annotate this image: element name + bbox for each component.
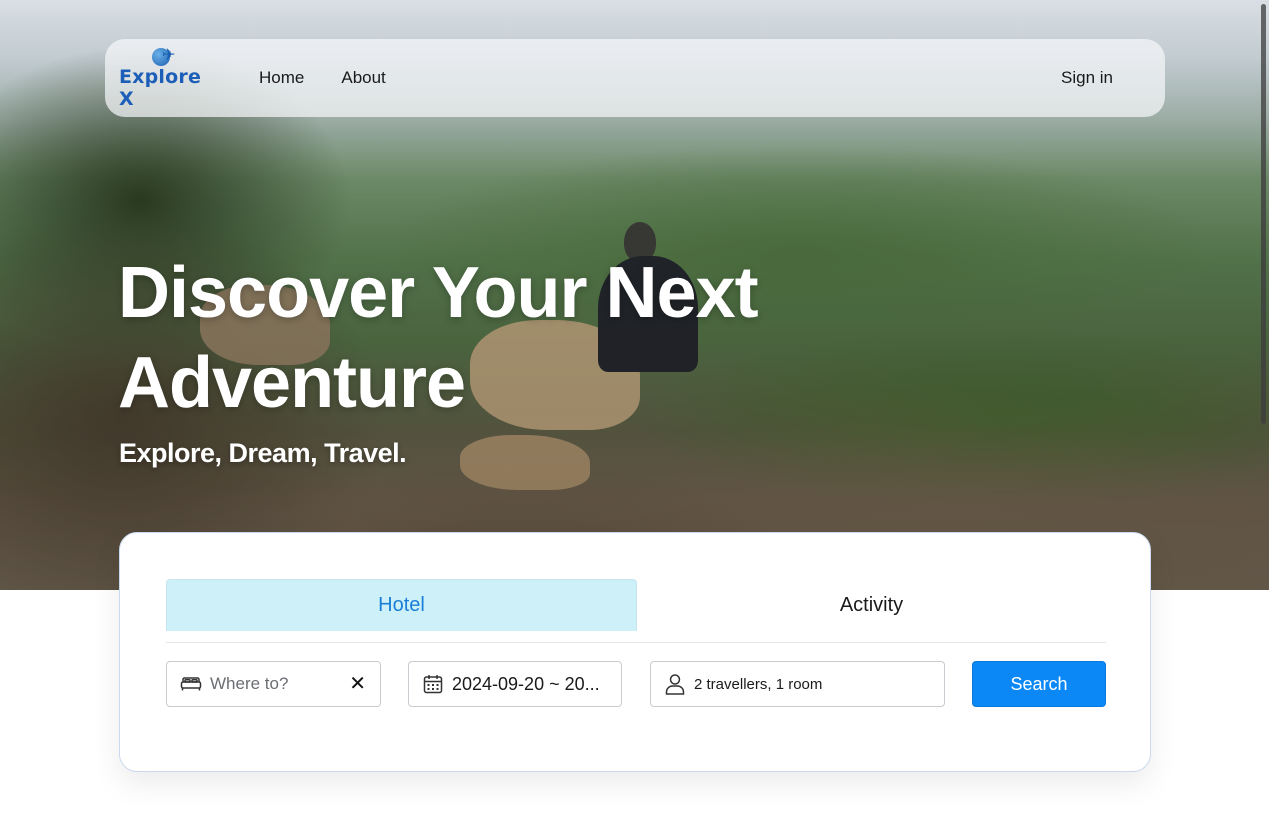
sign-in-link[interactable]: Sign in — [1061, 68, 1113, 88]
calendar-icon — [422, 673, 444, 695]
page-scrollbar[interactable] — [1261, 4, 1266, 424]
tab-activity[interactable]: Activity — [637, 579, 1106, 631]
date-range-value: 2024-09-20 ~ 20... — [452, 673, 600, 694]
close-icon[interactable]: ✕ — [349, 674, 366, 694]
user-icon — [664, 673, 686, 695]
tab-hotel[interactable]: Hotel — [166, 579, 637, 631]
top-navbar: ✈ Explore X Home About Sign in — [105, 39, 1165, 117]
globe-plane-icon: ✈ — [150, 46, 178, 68]
hero-rock — [460, 435, 590, 490]
hero-title: Discover Your Next Adventure — [118, 253, 759, 423]
brand-logo[interactable]: ✈ Explore X — [119, 46, 209, 111]
search-button[interactable]: Search — [972, 661, 1106, 707]
nav-links: Home About — [259, 68, 386, 88]
search-tabs: Hotel Activity — [166, 579, 1106, 643]
search-card: Hotel Activity ✕ 2 — [119, 532, 1151, 772]
bed-icon — [180, 673, 202, 695]
destination-field[interactable]: ✕ — [166, 661, 381, 707]
guests-value: 2 travellers, 1 room — [694, 675, 823, 693]
nav-link-about[interactable]: About — [341, 68, 385, 88]
guests-field[interactable]: 2 travellers, 1 room — [650, 661, 945, 707]
hero-subtitle: Explore, Dream, Travel. — [119, 438, 407, 468]
date-range-field[interactable]: 2024-09-20 ~ 20... — [408, 661, 622, 707]
brand-name: Explore X — [119, 66, 202, 110]
nav-link-home[interactable]: Home — [259, 68, 304, 88]
destination-input[interactable] — [210, 674, 330, 694]
